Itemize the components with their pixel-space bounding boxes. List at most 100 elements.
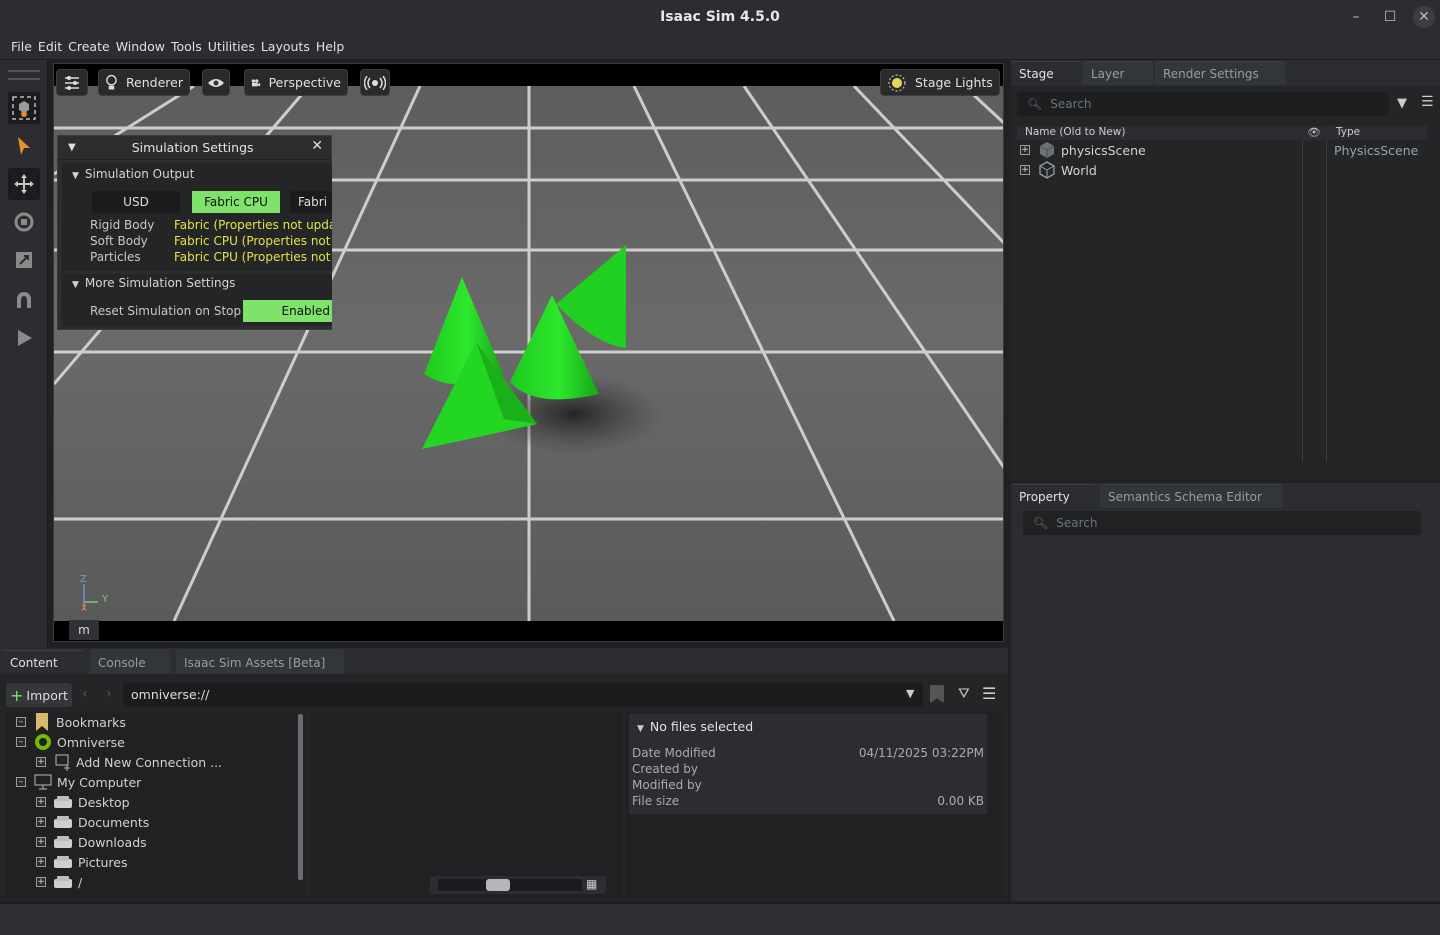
add-server-icon: [55, 754, 70, 771]
status-bar: [0, 903, 1440, 935]
stage-search-input[interactable]: 🔍︎ Search: [1017, 92, 1389, 116]
reset-simulation-label: Reset Simulation on Stop: [90, 304, 242, 318]
file-grid-area[interactable]: [310, 712, 622, 898]
menu-tools[interactable]: Tools: [168, 34, 205, 60]
axis-x-label: X: [81, 604, 88, 614]
collapse-icon[interactable]: –: [16, 777, 26, 787]
stage-item-physicsscene[interactable]: + physicsScene: [1020, 140, 1146, 160]
output-fabric-gpu-button[interactable]: Fabri: [290, 191, 332, 213]
path-dropdown-icon[interactable]: ▼: [906, 687, 914, 700]
tab-content[interactable]: Content: [2, 650, 84, 674]
filter-icon[interactable]: ⛛: [958, 686, 970, 702]
hamburger-menu-icon[interactable]: ☰: [982, 684, 996, 703]
scale-icon[interactable]: [8, 244, 40, 276]
more-simulation-settings-section: ▼ More Simulation Settings Reset Simulati…: [62, 274, 332, 326]
close-window-button[interactable]: ✕: [1413, 6, 1435, 28]
tree-documents[interactable]: + Documents: [36, 812, 149, 832]
expand-icon[interactable]: +: [36, 877, 46, 887]
column-name-header[interactable]: Name (Old to New): [1025, 126, 1125, 138]
tab-property[interactable]: Property: [1011, 484, 1097, 508]
camera-button[interactable]: Perspective: [244, 69, 348, 96]
stage-lights-button[interactable]: Stage Lights: [880, 69, 1000, 96]
column-type-header[interactable]: Type: [1336, 126, 1360, 138]
rigid-body-value: Fabric (Properties not upda: [174, 218, 332, 232]
minimize-button[interactable]: –: [1345, 6, 1367, 28]
snap-magnet-icon[interactable]: [8, 284, 40, 316]
collapse-triangle-icon[interactable]: ▼: [72, 280, 79, 290]
forward-arrow-icon[interactable]: ›: [106, 686, 112, 702]
broadcast-icon: [364, 75, 386, 90]
created-by-row: Created by: [632, 762, 699, 776]
tree-pictures[interactable]: + Pictures: [36, 852, 128, 872]
move-icon[interactable]: [8, 168, 40, 200]
menu-edit[interactable]: Edit: [35, 34, 65, 60]
drive-icon: [54, 836, 72, 848]
expand-icon[interactable]: +: [1020, 145, 1030, 155]
drive-icon: [54, 796, 72, 808]
expand-icon[interactable]: +: [36, 797, 46, 807]
close-icon[interactable]: ✕: [311, 138, 323, 154]
slider-handle[interactable]: [486, 879, 510, 891]
eye-icon[interactable]: 👁︎: [1307, 126, 1321, 139]
path-input[interactable]: omniverse://: [123, 683, 923, 707]
collapse-triangle-icon[interactable]: ▼: [637, 724, 644, 734]
tab-isaac-sim-assets[interactable]: Isaac Sim Assets [Beta]: [176, 650, 344, 674]
hamburger-menu-icon[interactable]: ☰: [1421, 94, 1434, 110]
reset-simulation-toggle[interactable]: Enabled: [243, 300, 332, 322]
expand-icon[interactable]: +: [36, 837, 46, 847]
tree-scrollbar[interactable]: [298, 714, 303, 880]
output-usd-button[interactable]: USD: [92, 191, 180, 213]
units-badge[interactable]: m: [69, 620, 99, 640]
rotate-icon[interactable]: [8, 206, 40, 238]
menu-create[interactable]: Create: [65, 34, 113, 60]
output-fabric-cpu-button[interactable]: Fabric CPU: [192, 191, 280, 213]
tab-render-settings[interactable]: Render Settings: [1155, 61, 1285, 85]
xform-icon: [1039, 161, 1055, 179]
collapse-triangle-icon[interactable]: ▼: [68, 142, 76, 153]
list-view-icon[interactable]: ▦: [586, 877, 597, 891]
back-arrow-icon[interactable]: ‹: [82, 686, 88, 702]
tree-bookmarks[interactable]: – Bookmarks: [16, 712, 126, 732]
menu-help[interactable]: Help: [313, 34, 348, 60]
tree-downloads[interactable]: + Downloads: [36, 832, 147, 852]
maximize-button[interactable]: ☐: [1379, 6, 1401, 28]
tab-console[interactable]: Console: [90, 650, 170, 674]
tree-desktop[interactable]: + Desktop: [36, 792, 130, 812]
expand-icon[interactable]: +: [1020, 165, 1030, 175]
select-prim-icon[interactable]: [8, 92, 40, 124]
tab-semantics-schema-editor[interactable]: Semantics Schema Editor: [1100, 484, 1282, 508]
expand-icon[interactable]: +: [36, 757, 46, 767]
thumbnail-size-slider[interactable]: ▦: [430, 876, 606, 894]
camera-icon: [251, 78, 261, 86]
filter-icon[interactable]: ▼: [1397, 96, 1407, 111]
property-search-input[interactable]: 🔍︎ Search: [1023, 511, 1421, 535]
visibility-button[interactable]: [202, 69, 230, 96]
select-arrow-icon[interactable]: [8, 130, 40, 162]
tree-add-connection[interactable]: + Add New Connection ...: [36, 752, 222, 772]
expand-icon[interactable]: +: [36, 857, 46, 867]
collapse-icon[interactable]: –: [16, 737, 26, 747]
broadcast-button[interactable]: [360, 69, 390, 96]
tab-layer[interactable]: Layer: [1083, 61, 1153, 85]
content-panel: Content Console Isaac Sim Assets [Beta] …: [0, 648, 1008, 901]
play-icon[interactable]: [8, 322, 40, 354]
collapse-icon[interactable]: –: [16, 717, 26, 727]
collapse-triangle-icon[interactable]: ▼: [72, 171, 79, 181]
tree-my-computer[interactable]: – My Computer: [16, 772, 141, 792]
menu-window[interactable]: Window: [113, 34, 168, 60]
menu-layouts[interactable]: Layouts: [258, 34, 313, 60]
plus-icon: +: [10, 685, 24, 705]
search-icon: 🔍︎: [1033, 516, 1049, 530]
simulation-output-label: Simulation Output: [84, 167, 195, 181]
renderer-button[interactable]: Renderer: [98, 69, 190, 96]
menu-bar: File Edit Create Window Tools Utilities Layout…: [0, 34, 1440, 60]
import-button[interactable]: + Import: [6, 683, 72, 707]
menu-utilities[interactable]: Utilities: [205, 34, 258, 60]
viewport-settings-button[interactable]: [56, 69, 88, 96]
tree-omniverse[interactable]: – Omniverse: [16, 732, 125, 752]
expand-icon[interactable]: +: [36, 817, 46, 827]
tree-root[interactable]: + /: [36, 872, 82, 892]
stage-item-world[interactable]: + World: [1020, 160, 1097, 180]
tab-stage[interactable]: Stage: [1011, 61, 1081, 85]
menu-file[interactable]: File: [8, 34, 35, 60]
